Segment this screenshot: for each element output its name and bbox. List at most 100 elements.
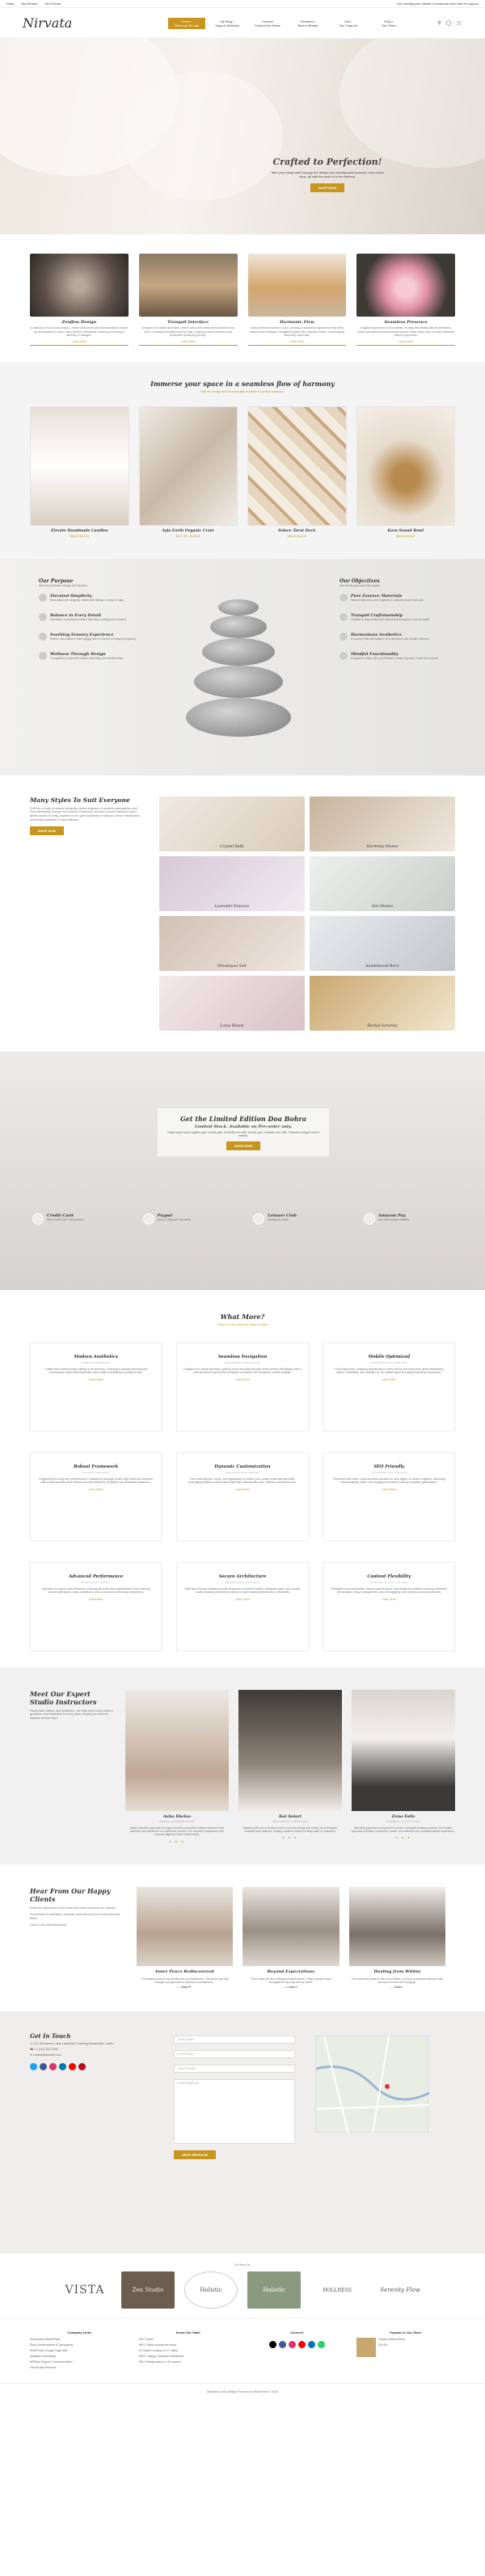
- style-tile[interactable]: Harmony Stones: [310, 796, 455, 851]
- product-image[interactable]: [247, 406, 347, 526]
- nav-features[interactable]: Features • Best in Breath: [289, 18, 327, 29]
- top-link-shop[interactable]: Shop: [6, 2, 14, 6]
- youtube-icon[interactable]: [297, 2341, 306, 2349]
- feature-text: A balance of form and function, where cl…: [30, 326, 129, 338]
- product-card[interactable]: Elevate Handmade Candles $38.00 $32.00: [30, 406, 129, 538]
- learn-more-link[interactable]: Learn More: [37, 1598, 154, 1601]
- site-logo[interactable]: Nirvata: [23, 15, 168, 31]
- learn-more-link[interactable]: Learn More: [183, 1488, 301, 1491]
- learn-more-link[interactable]: Learn More: [331, 1488, 448, 1491]
- phone-field[interactable]: YOUR PHONE: [174, 2065, 295, 2074]
- map-graphic: [315, 2036, 430, 2134]
- learn-more-link[interactable]: Learn More: [138, 340, 238, 346]
- style-grid: Crystal Balls Harmony Stones Lavender Es…: [159, 796, 455, 1031]
- shop-section: Immerse your space in a seamless flow of…: [0, 361, 485, 559]
- learn-more-link[interactable]: Learn More: [37, 1378, 154, 1381]
- brands-section: As Seen On VISTA Zen Studio Holistic Hol…: [0, 2254, 485, 2318]
- product-name[interactable]: Kora Sound Bowl: [356, 529, 456, 533]
- nav-shop[interactable]: Shop • Zen Store: [370, 18, 407, 29]
- product-name[interactable]: Solace Tarot Deck: [247, 529, 347, 533]
- feature-box: Seamless Navigation EFFORTLESS USER FLOW D…: [176, 1342, 309, 1431]
- nav-blog[interactable]: My Blog • Yoga & Wellness: [209, 18, 246, 29]
- style-tile[interactable]: Himalayan Salt: [159, 915, 305, 971]
- brand-logo: VISTA: [65, 2284, 105, 2297]
- whatsapp-icon[interactable]: [317, 2341, 325, 2349]
- learn-more-link[interactable]: Learn More: [183, 1598, 301, 1601]
- popular-product-image[interactable]: [356, 2338, 376, 2358]
- brand-logo: Holistic: [247, 2271, 301, 2309]
- linkedin-icon[interactable]: [307, 2341, 315, 2349]
- style-tile[interactable]: Zen Stones: [310, 855, 455, 911]
- shop-title: Immerse your space in a seamless flow of…: [150, 379, 335, 388]
- product-name[interactable]: Ayla Earth Organic Crate: [139, 529, 238, 533]
- user-icon[interactable]: ◯: [446, 20, 452, 26]
- instagram-icon[interactable]: [49, 2063, 57, 2071]
- limited-shop-button[interactable]: Shop Now: [226, 1141, 261, 1150]
- facebook-icon[interactable]: [40, 2063, 47, 2071]
- learn-more-link[interactable]: Learn More: [30, 340, 129, 346]
- instagram-icon[interactable]: [288, 2341, 296, 2349]
- learn-more-link[interactable]: Learn More: [247, 340, 347, 346]
- product-image[interactable]: [138, 406, 238, 526]
- message-field[interactable]: YOUR MESSAGE: [174, 2079, 295, 2145]
- email-line[interactable]: ✉ contact@domain.com: [30, 2053, 159, 2057]
- facebook-icon[interactable]: [278, 2341, 286, 2349]
- learn-more-link[interactable]: Learn More: [183, 1378, 301, 1381]
- nav-home[interactable]: Home • Welcome Nirvata: [168, 17, 205, 29]
- style-tile[interactable]: Sandalwood Burn: [310, 915, 455, 971]
- product-image[interactable]: [356, 406, 455, 526]
- send-message-button[interactable]: Send Message: [174, 2150, 217, 2160]
- styles-shop-button[interactable]: Shop Now: [30, 826, 65, 836]
- testimonials-link[interactable]: Click to view all testimonials: [30, 1923, 125, 1927]
- learn-more-link[interactable]: Learn More: [37, 1488, 154, 1491]
- x-icon[interactable]: [268, 2341, 276, 2349]
- brand-logo: HOLLNESS: [323, 2287, 352, 2293]
- style-tile[interactable]: Lavender Essence: [159, 855, 305, 911]
- twitter-icon[interactable]: [30, 2063, 37, 2071]
- instructor-list: Asha Ebeleo MINDFUL MOVEMENT EXPERT Asha's…: [125, 1689, 455, 1843]
- wave-icon: [39, 632, 47, 641]
- style-tile[interactable]: Herbal Serenity: [310, 975, 455, 1031]
- hero-shop-button[interactable]: Shop Now: [310, 183, 345, 192]
- product-card[interactable]: Kora Sound Bowl $88.00 $74.00: [356, 406, 456, 538]
- nav-contact[interactable]: Contact Explore the News: [249, 18, 286, 29]
- style-tile[interactable]: Lotus Bloom: [159, 975, 305, 1031]
- top-bar: Shop WordPress Get Theme Get handling th…: [0, 0, 485, 8]
- nav-zen[interactable]: Zen • Our Yoga Art: [330, 18, 367, 29]
- social-icons[interactable]: ● ● ●: [238, 1835, 342, 1839]
- learn-more-link[interactable]: Learn More: [356, 340, 455, 346]
- brand-logo: Holistic: [184, 2271, 238, 2309]
- perk-item: Paypal Quick & Secured Payments: [142, 1213, 232, 1225]
- style-tile[interactable]: Crystal Balls: [159, 796, 305, 851]
- limited-subtitle: Limited Stock. Available on Pre-order on…: [194, 1124, 293, 1129]
- instructor-photo: [352, 1689, 455, 1811]
- learn-more-link[interactable]: Learn More: [331, 1378, 448, 1381]
- top-link-theme[interactable]: Get Theme: [44, 2, 61, 6]
- name-field[interactable]: YOUR NAME: [174, 2036, 295, 2044]
- linkedin-icon[interactable]: [59, 2063, 66, 2071]
- purpose-column: Our Purpose Harmony between design and f…: [39, 578, 152, 672]
- email-field[interactable]: YOUR EMAIL: [174, 2050, 295, 2059]
- feature-title: Tranquil Interface: [167, 320, 209, 325]
- objective-item: Mindful Functionality Designed to align w…: [340, 652, 453, 661]
- phone-line[interactable]: ☎ +1 (111) 222-3333: [30, 2048, 159, 2051]
- product-price: $88.00 $74.00: [396, 534, 415, 538]
- feature-title: Seamless Presence: [384, 320, 428, 325]
- youtube-icon[interactable]: [69, 2063, 76, 2071]
- feature-text: A digital experience that breathes, flow…: [356, 326, 455, 338]
- perk-item: Leisure Club Avail great offers: [253, 1213, 342, 1225]
- product-image[interactable]: [30, 406, 129, 526]
- social-icons[interactable]: ● ● ●: [352, 1835, 455, 1839]
- social-icons[interactable]: ● ● ●: [125, 1839, 229, 1843]
- cart-icon[interactable]: 🛒: [457, 20, 462, 26]
- top-link-wordpress[interactable]: WordPress: [21, 2, 37, 6]
- product-card[interactable]: Solace Tarot Deck $58.00 $42.00: [247, 406, 347, 538]
- product-card[interactable]: Ayla Earth Organic Crate $127.00 – $149.…: [138, 406, 238, 538]
- header-icons: ⚲ ◯ 🛒: [437, 20, 462, 26]
- product-name[interactable]: Elevate Handmade Candles: [30, 529, 129, 533]
- location-map[interactable]: [315, 2036, 430, 2134]
- search-icon[interactable]: ⚲: [437, 20, 441, 26]
- learn-more-link[interactable]: Learn More: [331, 1598, 448, 1601]
- perk-item: Credit Card Safe Credit Card Transactions: [32, 1213, 121, 1225]
- pinterest-icon[interactable]: [78, 2063, 86, 2071]
